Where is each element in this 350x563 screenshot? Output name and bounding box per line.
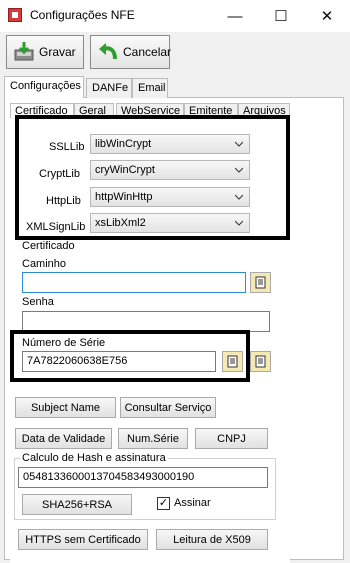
save-icon — [13, 41, 35, 63]
minimize-button[interactable]: — — [212, 0, 258, 32]
tab-configuracoes[interactable]: Configurações — [4, 76, 84, 98]
data-validade-button[interactable]: Data de Validade — [15, 428, 112, 449]
title-bar: Configurações NFE — ☐ ✕ — [0, 0, 350, 32]
hash-input[interactable]: 0548133600013704583493000190 — [18, 467, 268, 488]
num-serie-button[interactable]: Num.Série — [118, 428, 188, 449]
toolbar: Gravar Cancelar — [0, 32, 350, 72]
hash-group-label: Calculo de Hash e assinatura — [20, 452, 168, 464]
pick-serie-alt-button[interactable] — [250, 351, 271, 372]
cancelar-label: Cancelar — [123, 45, 172, 59]
assinar-checkbox[interactable]: ✓ — [157, 497, 170, 510]
https-sem-certificado-button[interactable]: HTTPS sem Certificado — [18, 529, 148, 550]
subject-name-button[interactable]: Subject Name — [15, 397, 116, 418]
consultar-servico-button[interactable]: Consultar Serviço — [120, 397, 216, 418]
assinar-label: Assinar — [174, 497, 211, 509]
caminho-input[interactable] — [22, 272, 246, 293]
browse-caminho-button[interactable] — [250, 272, 271, 293]
gravar-button[interactable]: Gravar — [6, 35, 84, 69]
gravar-label: Gravar — [39, 45, 76, 59]
cnpj-button[interactable]: CNPJ — [195, 428, 268, 449]
highlight-box-libs — [15, 115, 290, 240]
cancelar-button[interactable]: Cancelar — [90, 35, 172, 69]
window-title: Configurações NFE — [30, 8, 135, 22]
tab-danfe[interactable]: DANFe — [86, 78, 132, 98]
sha256-rsa-button[interactable]: SHA256+RSA — [22, 494, 132, 515]
document-icon — [255, 355, 266, 368]
highlight-box-serie — [10, 330, 250, 382]
certificado-group-label: Certificado — [22, 240, 75, 252]
senha-input[interactable] — [22, 311, 270, 332]
maximize-button[interactable]: ☐ — [258, 0, 304, 32]
senha-label: Senha — [22, 296, 54, 308]
undo-icon — [97, 41, 119, 63]
caminho-label: Caminho — [22, 258, 67, 270]
tab-email[interactable]: Email — [132, 78, 168, 98]
document-icon — [255, 276, 266, 289]
leitura-x509-button[interactable]: Leitura de X509 — [156, 529, 268, 550]
app-icon — [8, 8, 22, 22]
close-button[interactable]: ✕ — [304, 0, 350, 32]
